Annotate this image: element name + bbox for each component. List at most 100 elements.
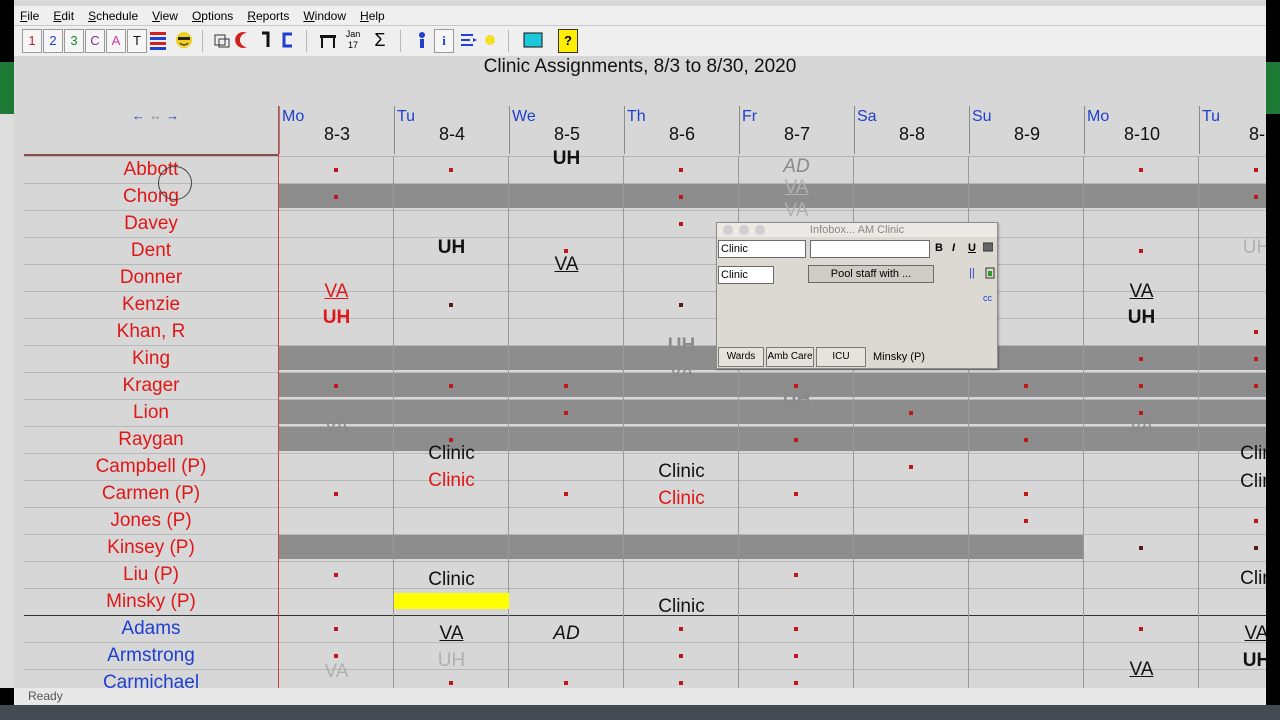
shift-marker[interactable] [564, 411, 568, 415]
arrow-left-icon[interactable]: ← [132, 108, 149, 123]
staff-name[interactable]: Donner [24, 264, 278, 291]
shift-marker[interactable] [1024, 519, 1028, 523]
toolbar-button-2[interactable]: 2 [43, 29, 63, 53]
assignment-cell[interactable]: UH [1084, 307, 1199, 329]
shift-marker[interactable] [564, 249, 568, 253]
calendar-icon[interactable]: Jan 17 [342, 29, 364, 53]
shift-marker[interactable] [909, 411, 913, 415]
pool-staff-button[interactable]: Pool staff with ... [808, 265, 934, 283]
arrow-both-icon[interactable]: ↔ [149, 108, 166, 123]
shift-marker[interactable] [564, 492, 568, 496]
cc-label[interactable]: cc [983, 293, 992, 303]
assignment-cell[interactable]: AD [739, 156, 854, 178]
infobox-field-3[interactable]: Clinic [718, 266, 774, 284]
info-icon[interactable]: i [434, 29, 454, 53]
shift-marker[interactable] [1024, 384, 1028, 388]
toolbar-button-3[interactable]: 3 [64, 29, 84, 53]
day-header[interactable]: Mo 8-3 [279, 106, 394, 154]
assignment-cell[interactable]: UH [394, 650, 509, 672]
assignment-cell[interactable]: UH [279, 307, 394, 329]
zoom-icon[interactable] [755, 225, 765, 235]
shift-marker[interactable] [1139, 411, 1143, 415]
staff-name[interactable]: Kenzie [24, 291, 278, 318]
shift-marker[interactable] [794, 438, 798, 442]
assignment-cell[interactable]: Clinic [624, 488, 739, 510]
shift-marker[interactable] [794, 492, 798, 496]
shift-marker[interactable] [1024, 492, 1028, 496]
moon-icon[interactable] [234, 29, 254, 53]
menu-schedule[interactable]: Schedule [88, 9, 138, 23]
assignment-cell[interactable]: VA [739, 177, 854, 199]
assignment-cell[interactable]: VA [279, 281, 394, 303]
assignment-cell[interactable]: UH [1199, 237, 1266, 259]
shift-marker[interactable] [334, 492, 338, 496]
staff-name[interactable]: Armstrong [24, 642, 278, 669]
staff-name[interactable]: Adams [24, 615, 278, 642]
shift-marker[interactable] [449, 681, 453, 685]
assignment-cell[interactable]: VA [1084, 416, 1199, 438]
assignment-cell[interactable]: Clinic [394, 569, 509, 591]
shift-marker[interactable] [1254, 195, 1258, 199]
assignment-cell[interactable]: Clin [1199, 443, 1266, 465]
menu-view[interactable]: View [152, 9, 178, 23]
day-header[interactable]: We 8-5 [509, 106, 624, 154]
assignment-cell[interactable]: VA [1199, 623, 1266, 645]
minimize-icon[interactable] [739, 225, 749, 235]
staff-name[interactable]: Davey [24, 210, 278, 237]
assignment-cell[interactable]: Clinic [624, 596, 739, 618]
assignment-cell[interactable]: Clin [1199, 568, 1266, 590]
shift-marker[interactable] [1139, 546, 1143, 550]
assignment-cell[interactable]: AD [509, 623, 624, 645]
shift-marker[interactable] [794, 681, 798, 685]
shift-marker[interactable] [794, 627, 798, 631]
battery-icon[interactable] [985, 267, 995, 282]
infobox-titlebar[interactable]: Infobox... AM Clinic [717, 223, 997, 237]
staff-name[interactable]: Raygan [24, 426, 278, 453]
assignment-cell[interactable]: Clinic [394, 470, 509, 492]
staff-name[interactable]: Abbott [24, 156, 278, 183]
tab-wards[interactable]: Wards [718, 347, 764, 367]
assignment-cell[interactable]: VA [1084, 659, 1199, 681]
menu-window[interactable]: Window [303, 9, 346, 23]
screen-icon[interactable] [522, 29, 543, 53]
shift-marker[interactable] [449, 303, 453, 307]
staff-name[interactable]: Carmichael [24, 669, 278, 688]
shift-marker[interactable] [679, 654, 683, 658]
staff-name[interactable]: Chong [24, 183, 278, 210]
shift-marker[interactable] [334, 195, 338, 199]
shift-marker[interactable] [564, 384, 568, 388]
assignment-cell[interactable]: UH [1199, 650, 1266, 672]
staff-name[interactable]: Jones (P) [24, 507, 278, 534]
assignment-cell[interactable]: UH [394, 237, 509, 259]
selected-cell-highlight[interactable] [394, 593, 509, 609]
shift-marker[interactable] [564, 681, 568, 685]
day-header[interactable]: Sa 8-8 [854, 106, 969, 154]
toolbar-button-1[interactable]: 1 [22, 29, 42, 53]
shift-marker[interactable] [909, 465, 913, 469]
shift-marker[interactable] [334, 654, 338, 658]
tab-icu[interactable]: ICU [816, 347, 866, 367]
color-bars-icon[interactable] [148, 29, 168, 53]
sum-icon[interactable]: Σ [370, 29, 390, 53]
help-button[interactable]: ? [558, 29, 578, 53]
table-icon[interactable] [318, 29, 338, 53]
shift-marker[interactable] [794, 654, 798, 658]
day-header[interactable]: Su 8-9 [969, 106, 1084, 154]
shift-marker[interactable] [334, 627, 338, 631]
shift-marker[interactable] [334, 384, 338, 388]
bracket-icon[interactable] [256, 29, 276, 53]
menu-edit[interactable]: Edit [53, 9, 74, 23]
shift-marker[interactable] [1139, 249, 1143, 253]
staff-name[interactable]: Dent [24, 237, 278, 264]
shift-marker[interactable] [679, 222, 683, 226]
staff-name[interactable]: Liu (P) [24, 561, 278, 588]
shift-marker[interactable] [1024, 438, 1028, 442]
infobox-field-2[interactable] [810, 240, 930, 258]
infobox-field-1[interactable]: Clinic [718, 240, 806, 258]
shift-marker[interactable] [679, 303, 683, 307]
shift-marker[interactable] [679, 195, 683, 199]
day-header[interactable]: Th 8-6 [624, 106, 739, 154]
shift-marker[interactable] [679, 681, 683, 685]
smiley-icon[interactable] [174, 29, 194, 53]
toolbar-button-a[interactable]: A [106, 29, 126, 53]
